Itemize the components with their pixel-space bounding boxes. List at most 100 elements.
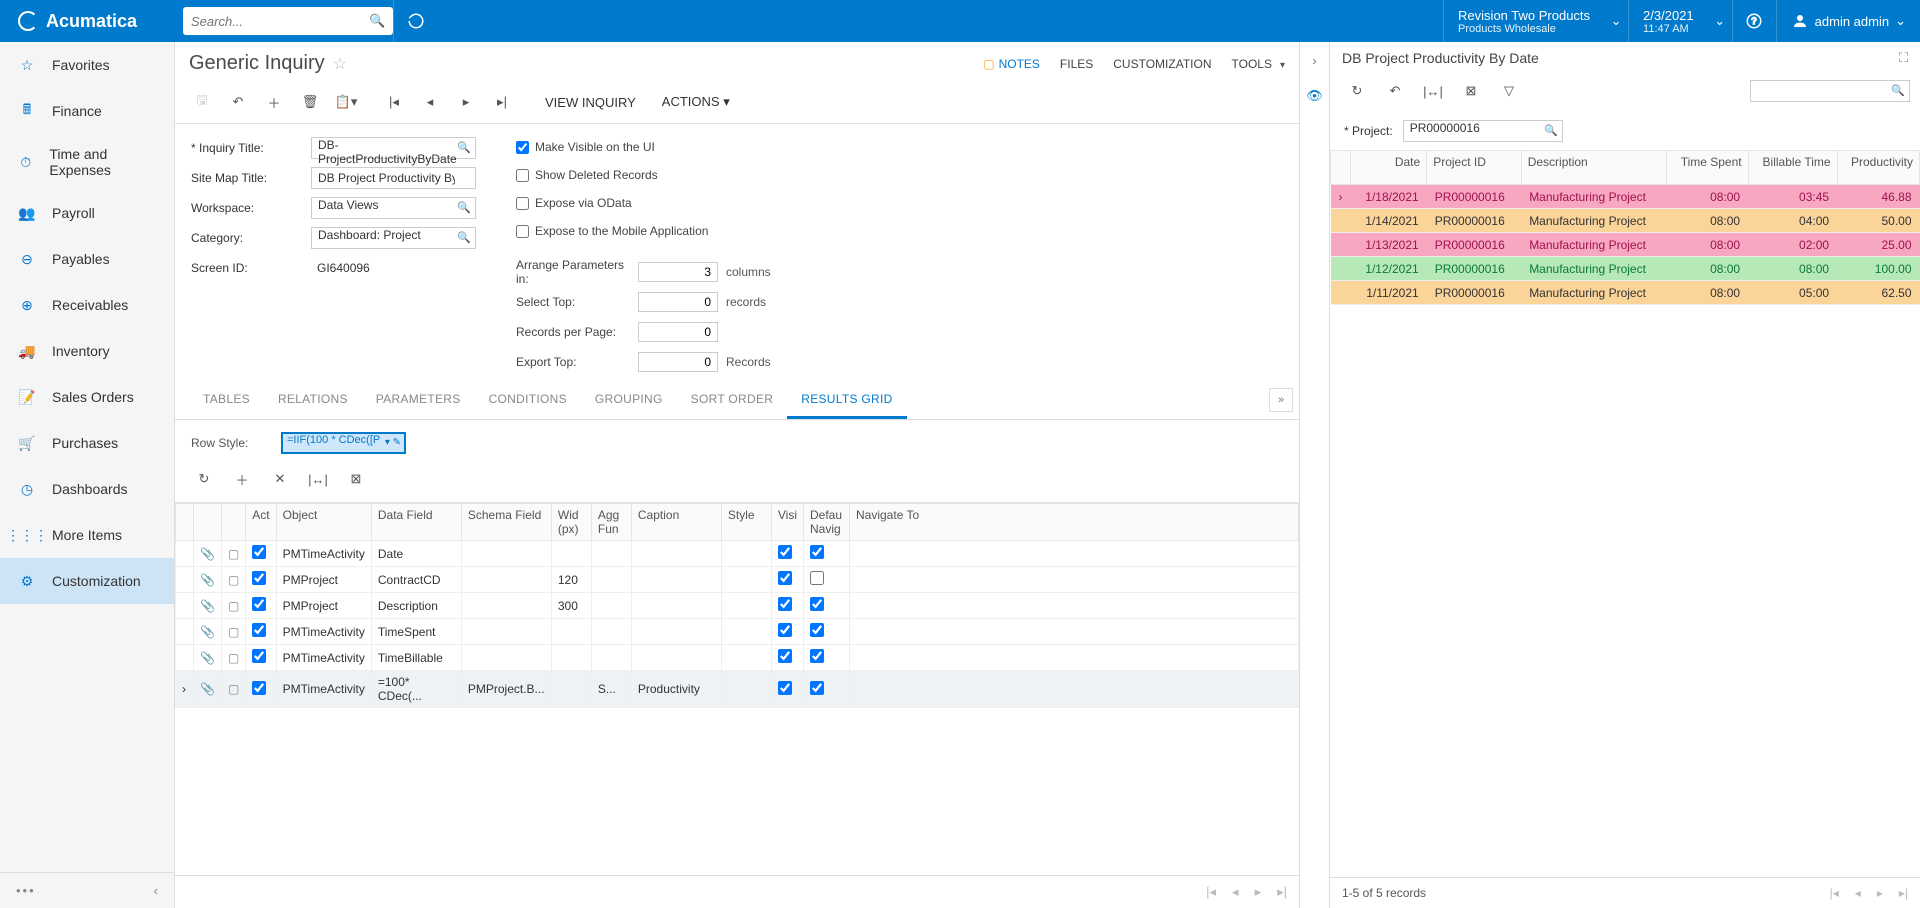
sidebar-item-payroll[interactable]: 👥Payroll	[0, 190, 174, 236]
notes-link[interactable]: ▢NOTES	[983, 57, 1040, 71]
grid-last-page[interactable]: ▸|	[1277, 884, 1287, 900]
prev-record-button[interactable]: ◂	[413, 87, 447, 117]
collapse-sidebar-icon[interactable]: ‹	[154, 883, 158, 898]
sidebar-item-more-items[interactable]: ⋮⋮⋮More Items	[0, 512, 174, 558]
inquiry-title-input[interactable]: DB-ProjectProductivityByDate	[311, 137, 476, 159]
grid-delete-button[interactable]: ✕	[263, 464, 297, 494]
clipboard-menu[interactable]: 📋▾	[329, 87, 363, 117]
default-nav-checkbox[interactable]	[810, 571, 824, 585]
tab-conditions[interactable]: CONDITIONS	[475, 382, 581, 419]
rp-undo-button[interactable]: ↶	[1378, 76, 1412, 106]
grid-row[interactable]: 📎▢PMTimeActivityTimeBillable	[176, 645, 1299, 671]
show-deleted-checkbox[interactable]: Show Deleted Records	[516, 164, 771, 186]
visible-checkbox[interactable]	[778, 681, 792, 695]
active-checkbox[interactable]	[252, 571, 266, 585]
default-nav-checkbox[interactable]	[810, 681, 824, 695]
sidebar-item-purchases[interactable]: 🛒Purchases	[0, 420, 174, 466]
row-style-input[interactable]: =IIF(100 * CDec([P▾ ✎	[281, 432, 406, 454]
grid-row[interactable]: 📎▢PMTimeActivityDate	[176, 541, 1299, 567]
sidebar-item-receivables[interactable]: ⊕Receivables	[0, 282, 174, 328]
make-visible-checkbox[interactable]: Make Visible on the UI	[516, 136, 771, 158]
expose-mobile-checkbox[interactable]: Expose to the Mobile Application	[516, 220, 771, 242]
global-search[interactable]: 🔍	[183, 7, 393, 35]
files-link[interactable]: FILES	[1060, 57, 1093, 71]
default-nav-checkbox[interactable]	[810, 597, 824, 611]
expose-odata-checkbox[interactable]: Expose via OData	[516, 192, 771, 214]
rp-refresh-button[interactable]: ↻	[1340, 76, 1374, 106]
sidebar-item-finance[interactable]: 🖩Finance	[0, 88, 174, 134]
next-record-button[interactable]: ▸	[449, 87, 483, 117]
export-top-input[interactable]	[638, 352, 718, 372]
delete-button[interactable]: 🗑	[293, 87, 327, 117]
note-icon[interactable]: ▢	[228, 573, 239, 587]
preview-table[interactable]: Date Project ID Description Time Spent B…	[1330, 150, 1920, 305]
active-checkbox[interactable]	[252, 545, 266, 559]
refresh-button[interactable]	[393, 0, 437, 42]
brand-logo[interactable]: Acumatica	[0, 11, 175, 32]
active-checkbox[interactable]	[252, 681, 266, 695]
attachment-icon[interactable]: 📎	[200, 625, 215, 639]
collapse-right-button[interactable]: ›	[1300, 42, 1330, 78]
workspace-select[interactable]: Data Views	[311, 197, 476, 219]
tab-sort-order[interactable]: SORT ORDER	[677, 382, 788, 419]
rp-first-page[interactable]: |◂	[1830, 886, 1839, 900]
visible-checkbox[interactable]	[778, 597, 792, 611]
help-button[interactable]: ?	[1732, 0, 1776, 42]
first-record-button[interactable]: |◂	[377, 87, 411, 117]
sidebar-item-customization[interactable]: ⚙Customization	[0, 558, 174, 604]
select-top-input[interactable]	[638, 292, 718, 312]
preview-row[interactable]: 1/12/2021PR00000016Manufacturing Project…	[1331, 257, 1920, 281]
grid-next-page[interactable]: ▸	[1255, 884, 1262, 900]
tab-grouping[interactable]: GROUPING	[581, 382, 677, 419]
tab-parameters[interactable]: PARAMETERS	[362, 382, 475, 419]
datetime-dropdown[interactable]: ⌄	[1708, 0, 1732, 42]
note-icon[interactable]: ▢	[228, 599, 239, 613]
tab-relations[interactable]: RELATIONS	[264, 382, 362, 419]
category-select[interactable]: Dashboard: Project	[311, 227, 476, 249]
sidebar-item-sales-orders[interactable]: 📝Sales Orders	[0, 374, 174, 420]
sidebar-item-dashboards[interactable]: ◷Dashboards	[0, 466, 174, 512]
tenant-dropdown[interactable]: ⌄	[1604, 0, 1628, 42]
attachment-icon[interactable]: 📎	[200, 599, 215, 613]
customization-link[interactable]: CUSTOMIZATION	[1113, 57, 1211, 71]
preview-row[interactable]: 1/14/2021PR00000016Manufacturing Project…	[1331, 209, 1920, 233]
tools-menu[interactable]: TOOLS	[1232, 57, 1286, 71]
records-per-page-input[interactable]	[638, 322, 718, 342]
note-icon[interactable]: ▢	[228, 625, 239, 639]
attachment-icon[interactable]: 📎	[200, 573, 215, 587]
save-button[interactable]: 🖫	[185, 87, 219, 117]
search-input[interactable]	[191, 14, 369, 29]
sitemap-title-input[interactable]	[311, 167, 476, 189]
default-nav-checkbox[interactable]	[810, 545, 824, 559]
tab-tables[interactable]: TABLES	[189, 382, 264, 419]
visible-checkbox[interactable]	[778, 649, 792, 663]
rp-search-input[interactable]	[1750, 80, 1910, 102]
attachment-icon[interactable]: 📎	[200, 547, 215, 561]
grid-refresh-button[interactable]: ↻	[187, 464, 221, 494]
sidebar-item-payables[interactable]: ⊖Payables	[0, 236, 174, 282]
rp-fit-button[interactable]: |↔|	[1416, 76, 1450, 106]
tenant-selector[interactable]: Revision Two Products Products Wholesale	[1443, 0, 1604, 42]
expand-icon[interactable]: ⛶	[1899, 50, 1908, 66]
rp-last-page[interactable]: ▸|	[1899, 886, 1908, 900]
sidebar-item-inventory[interactable]: 🚚Inventory	[0, 328, 174, 374]
visible-checkbox[interactable]	[778, 571, 792, 585]
rp-next-page[interactable]: ▸	[1877, 886, 1883, 900]
default-nav-checkbox[interactable]	[810, 649, 824, 663]
project-selector[interactable]: PR00000016	[1403, 120, 1563, 142]
attachment-icon[interactable]: 📎	[200, 682, 215, 696]
grid-row[interactable]: 📎▢PMProjectDescription300	[176, 593, 1299, 619]
visible-checkbox[interactable]	[778, 545, 792, 559]
grid-add-button[interactable]: ＋	[225, 464, 259, 494]
undo-button[interactable]: ↶	[221, 87, 255, 117]
tab-overflow-button[interactable]: »	[1269, 388, 1293, 412]
note-icon[interactable]: ▢	[228, 651, 239, 665]
rp-filter-button[interactable]: ▽	[1492, 76, 1526, 106]
results-grid-table[interactable]: ActObjectData FieldSchema FieldWid (px)A…	[175, 503, 1299, 708]
user-menu[interactable]: admin admin ⌄	[1776, 0, 1920, 42]
attachment-icon[interactable]: 📎	[200, 651, 215, 665]
default-nav-checkbox[interactable]	[810, 623, 824, 637]
arrange-params-input[interactable]	[638, 262, 718, 282]
actions-menu[interactable]: ACTIONS ▾	[650, 94, 742, 110]
grid-row[interactable]: 📎▢PMTimeActivityTimeSpent	[176, 619, 1299, 645]
